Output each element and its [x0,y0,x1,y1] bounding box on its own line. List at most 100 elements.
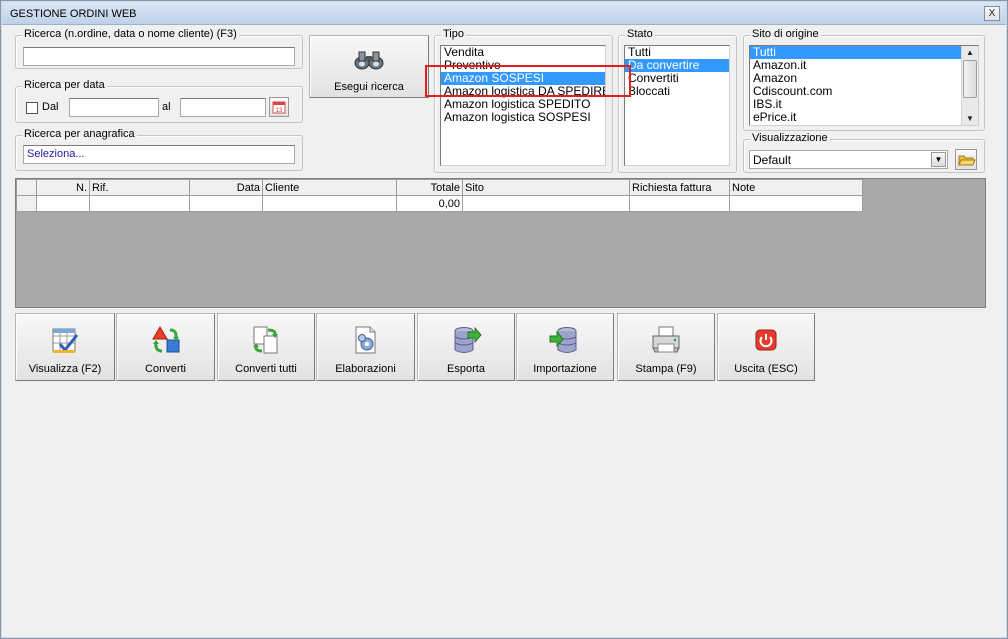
search-input[interactable] [23,47,295,66]
date-search-group-title: Ricerca per data [22,79,107,91]
run-search-button[interactable]: Esegui ricerca [309,35,429,98]
esporta-label: Esporta [447,363,485,375]
search-group-title: Ricerca (n.ordine, data o nome cliente) … [22,28,239,40]
scroll-up-icon[interactable]: ▲ [962,46,978,59]
main-window: GESTIONE ORDINI WEB X Ricerca (n.ordine,… [0,0,1008,639]
tipo-group-title: Tipo [441,28,466,40]
tipo-listbox[interactable]: Vendita Preventivo Amazon SOSPESI Amazon… [440,45,606,166]
sito-listbox[interactable]: Tutti Amazon.it Amazon Cdiscount.com IBS… [749,45,979,126]
stato-listbox[interactable]: Tutti Da convertire Convertiti Bloccati [624,45,730,166]
column-header[interactable]: Rif. [89,179,190,196]
sito-item-selected[interactable]: Tutti [750,46,961,59]
stato-group: Stato Tutti Da convertire Convertiti Blo… [618,28,737,173]
sito-group: Sito di origine Tutti Amazon.it Amazon C… [743,28,985,131]
calendar-icon: 13 [272,101,286,114]
column-header[interactable]: N. [36,179,90,196]
converti-button[interactable]: Converti [116,313,215,381]
stampa-button[interactable]: Stampa (F9) [617,313,715,381]
date-to-label: al [162,101,171,113]
stato-item[interactable]: Bloccati [625,85,729,98]
visualizza-label: Visualizza (F2) [28,363,102,375]
converti-label: Converti [145,363,186,375]
elaborazioni-button[interactable]: Elaborazioni [316,313,415,381]
sito-item[interactable]: IBS.it [750,98,978,111]
uscita-label: Uscita (ESC) [734,363,798,375]
chevron-down-icon[interactable]: ▼ [931,152,946,167]
date-from-field[interactable] [69,98,159,117]
date-search-group: Ricerca per data Dal al 13 [15,79,303,123]
table-cell[interactable] [629,195,730,212]
database-import-icon [549,327,577,353]
importazione-button[interactable]: Importazione [516,313,614,381]
date-filter-checkbox[interactable] [26,102,38,114]
convert-documents-icon [253,326,278,354]
column-header[interactable]: Data [189,179,263,196]
registry-select-field[interactable]: Seleziona... [23,145,295,164]
tipo-group: Tipo Vendita Preventivo Amazon SOSPESI A… [434,28,613,173]
scroll-down-icon[interactable]: ▼ [962,112,978,125]
registry-search-group: Ricerca per anagrafica Seleziona... [15,128,303,171]
binoculars-icon [354,51,384,70]
tipo-item[interactable]: Vendita [441,46,605,59]
tipo-item[interactable]: Amazon logistica SPEDITO [441,98,605,111]
stato-item-selected[interactable]: Da convertire [625,59,729,72]
date-to-field[interactable] [180,98,266,117]
stampa-label: Stampa (F9) [635,363,697,375]
open-folder-button[interactable] [955,149,977,170]
visualizza-button[interactable]: Visualizza (F2) [15,313,115,381]
row-selector[interactable] [16,195,37,212]
table-cell[interactable] [189,195,263,212]
view-group: Visualizzazione Default ▼ [743,132,985,173]
database-export-icon [454,326,482,353]
orders-grid[interactable]: N. Rif. Data Cliente Totale Sito Richies… [15,178,986,308]
highlight-annotation [425,65,631,97]
folder-icon [958,155,976,166]
sito-item[interactable]: Cdiscount.com [750,85,978,98]
sito-scrollbar[interactable]: ▲ ▼ [961,46,978,125]
column-header[interactable]: Richiesta fattura [629,179,730,196]
run-search-label: Esegui ricerca [334,81,404,93]
uscita-button[interactable]: Uscita (ESC) [717,313,815,381]
grid-check-icon [52,328,79,353]
stato-item[interactable]: Tutti [625,46,729,59]
stato-item[interactable]: Convertiti [625,72,729,85]
table-cell[interactable] [36,195,90,212]
convert-shapes-icon [151,326,179,353]
tipo-item[interactable]: Amazon logistica SOSPESI [441,111,605,124]
sito-group-title: Sito di origine [750,28,821,40]
column-header[interactable]: Totale [396,179,463,196]
window-title: GESTIONE ORDINI WEB [10,8,137,20]
table-cell[interactable] [462,195,630,212]
close-button[interactable]: X [984,6,1000,21]
title-bar: GESTIONE ORDINI WEB X [2,2,1006,25]
calendar-button[interactable]: 13 [269,97,289,117]
printer-icon [652,326,680,353]
converti-tutti-label: Converti tutti [235,363,297,375]
table-cell[interactable] [729,195,863,212]
sito-item[interactable]: Amazon [750,72,978,85]
esporta-button[interactable]: Esporta [417,313,515,381]
column-header[interactable]: Note [729,179,863,196]
scroll-thumb[interactable] [963,60,977,98]
converti-tutti-button[interactable]: Converti tutti [217,313,315,381]
column-header[interactable]: Cliente [262,179,397,196]
stato-group-title: Stato [625,28,655,40]
view-select-value: Default [753,153,792,167]
table-cell[interactable]: 0,00 [396,195,463,212]
document-gear-icon [355,326,375,354]
registry-search-group-title: Ricerca per anagrafica [22,128,137,140]
view-select[interactable]: Default ▼ [749,150,948,169]
orders-table: N. Rif. Data Cliente Totale Sito Richies… [16,179,863,212]
power-icon [755,329,777,351]
search-group: Ricerca (n.ordine, data o nome cliente) … [15,28,303,69]
table-row[interactable]: 0,00 [16,195,863,212]
view-group-title: Visualizzazione [750,132,830,144]
column-header[interactable]: Sito [462,179,630,196]
table-cell[interactable] [262,195,397,212]
sito-item[interactable]: ePrice.it [750,111,978,124]
importazione-label: Importazione [533,363,597,375]
elaborazioni-label: Elaborazioni [335,363,396,375]
row-selector-header [16,179,37,196]
sito-item[interactable]: Amazon.it [750,59,978,72]
table-cell[interactable] [89,195,190,212]
